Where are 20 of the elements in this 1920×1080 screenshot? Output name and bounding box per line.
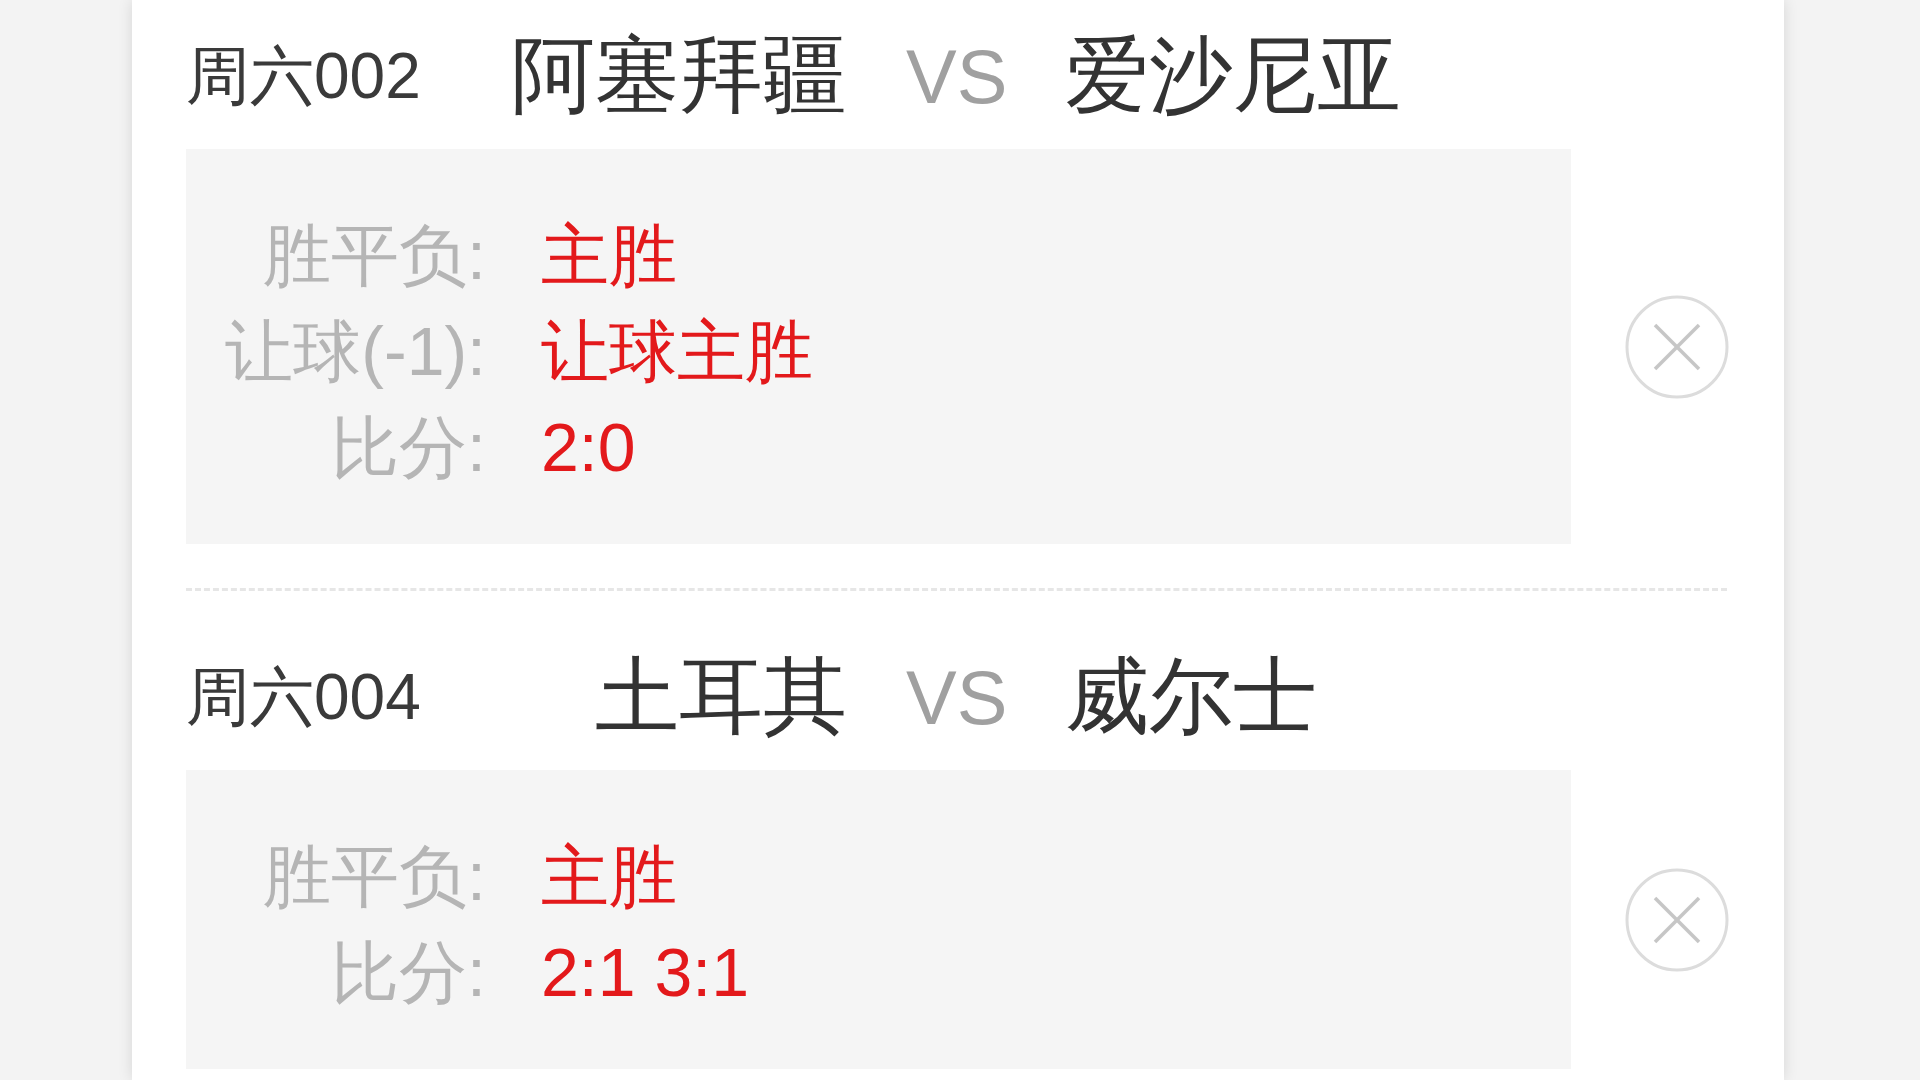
pick-value: 2:1 3:1 — [541, 933, 749, 1012]
pick-value: 主胜 — [541, 216, 677, 295]
pick-label: 比分: — [330, 933, 486, 1012]
close-icon[interactable] — [1625, 294, 1729, 399]
vs-label: VS — [906, 653, 1008, 741]
pick-value: 2:0 — [541, 408, 636, 487]
vs-label: VS — [906, 32, 1008, 120]
away-team-name: 威尔士 — [1065, 648, 1318, 745]
pick-value: 主胜 — [541, 837, 677, 916]
home-team-name: 阿塞拜疆 — [511, 27, 847, 124]
home-team-name: 土耳其 — [595, 648, 847, 745]
close-icon[interactable] — [1625, 867, 1729, 972]
pick-value: 让球主胜 — [541, 312, 813, 391]
match-code: 周六002 — [186, 38, 422, 114]
pick-label: 让球(-1): — [224, 312, 486, 391]
away-team-name: 爱沙尼亚 — [1065, 27, 1402, 124]
pick-label: 胜平负: — [262, 837, 486, 916]
pick-label: 胜平负: — [262, 216, 486, 295]
pick-label: 比分: — [330, 408, 486, 487]
match-code: 周六004 — [186, 659, 422, 735]
